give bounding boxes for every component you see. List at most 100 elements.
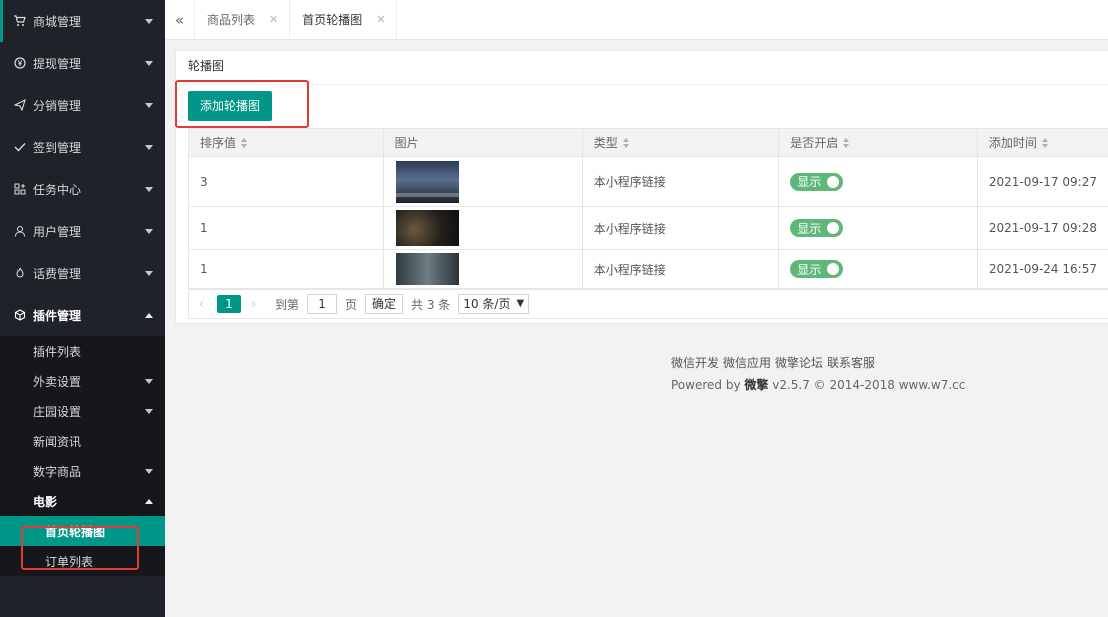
column-header-enabled[interactable]: 是否开启	[778, 128, 978, 157]
close-icon[interactable]: ✕	[376, 13, 385, 26]
status-toggle[interactable]: 显示	[790, 219, 844, 237]
yen-icon	[14, 57, 26, 69]
sidebar-sub-news[interactable]: 新闻资讯	[0, 426, 165, 456]
footer-link-wechat-dev[interactable]: 微信开发	[671, 356, 719, 370]
sidebar-item-label: 插件管理	[33, 308, 82, 323]
chevron-up-icon	[145, 313, 153, 318]
chevron-down-icon	[145, 61, 153, 66]
sort-icon[interactable]	[843, 138, 851, 149]
chevron-down-icon	[145, 271, 153, 276]
sidebar-item-users[interactable]: 用户管理	[0, 210, 165, 252]
sidebar-sub-label: 庄园设置	[33, 404, 82, 419]
column-header-type[interactable]: 类型	[581, 128, 780, 157]
sidebar-item-checkin[interactable]: 签到管理	[0, 126, 165, 168]
sidebar-item-tasks[interactable]: 任务中心	[0, 168, 165, 210]
footer-link-wechat-apps[interactable]: 微信应用	[723, 356, 771, 370]
column-header-label: 图片	[394, 136, 419, 150]
sort-icon[interactable]	[1041, 138, 1050, 149]
toggle-label: 显示	[797, 262, 822, 277]
sidebar-sub-takeout[interactable]: 外卖设置	[0, 366, 165, 396]
confirm-button[interactable]: 确定	[365, 294, 404, 314]
sidebar-item-distribution[interactable]: 分销管理	[0, 84, 165, 126]
cell-type: 本小程序链接	[581, 156, 780, 207]
table-row: 1 本小程序链接 显示 2021-09-17 09:28	[188, 206, 1108, 250]
prev-page-icon[interactable]: ‹	[199, 297, 211, 312]
chevron-down-icon	[145, 19, 153, 24]
footer-link-support[interactable]: 联系客服	[827, 356, 875, 370]
sidebar-sub-digital[interactable]: 数字商品	[0, 456, 165, 486]
carousel-table: 排序值 图片 类型 是否开启 添加时间 3 本小程序链接 显示 2021-09-…	[188, 128, 1108, 289]
current-page[interactable]: 1	[217, 295, 241, 313]
double-chevron-left-icon[interactable]: «	[165, 0, 195, 39]
sidebar: 商城管理 提现管理 分销管理 签到管理 任务中心 用户管理 话费管理 插件管理 …	[0, 0, 165, 617]
status-toggle[interactable]: 显示	[790, 260, 844, 278]
user-icon	[14, 225, 26, 237]
tab-home-carousel[interactable]: 首页轮播图 ✕	[290, 0, 398, 39]
sort-icon[interactable]	[241, 138, 249, 149]
sort-icon[interactable]	[622, 138, 631, 149]
toggle-knob	[827, 263, 840, 275]
sidebar-item-label: 商城管理	[33, 14, 82, 29]
sidebar-sub-plugin-list[interactable]: 插件列表	[0, 336, 165, 366]
cell-sort: 3	[188, 156, 384, 207]
toggle-label: 显示	[797, 175, 822, 189]
cell-sort: 1	[188, 249, 384, 289]
page-jump-input[interactable]	[307, 294, 338, 314]
tabs-bar: « 商品列表 ✕ 首页轮播图 ✕	[165, 0, 1108, 40]
chevron-up-icon	[145, 499, 153, 504]
cell-image	[382, 249, 583, 289]
cell-time: 2021-09-17 09:28	[976, 206, 1108, 250]
table-row: 3 本小程序链接 显示 2021-09-17 09:27	[188, 156, 1108, 207]
cell-enabled: 显示	[778, 249, 978, 289]
goto-label: 到第	[275, 297, 300, 312]
cube-icon	[14, 309, 26, 321]
page-label: 页	[345, 297, 358, 312]
footer-link-forum[interactable]: 微擎论坛	[775, 356, 823, 370]
next-page-icon[interactable]: ›	[251, 297, 263, 312]
powered-prefix: Powered by	[671, 378, 741, 392]
chevron-down-icon	[145, 229, 153, 234]
column-header-sort[interactable]: 排序值	[188, 128, 384, 157]
sidebar-item-plugins[interactable]: 插件管理	[0, 294, 165, 336]
footer: 微信开发 微信应用 微擎论坛 联系客服 Powered by 微擎 v2.5.7 © …	[600, 352, 1000, 396]
cell-image	[382, 206, 583, 250]
cell-enabled: 显示	[778, 206, 978, 250]
sidebar-item-withdraw[interactable]: 提现管理	[0, 42, 165, 84]
tab-label: 商品列表	[207, 13, 256, 27]
chevron-down-icon	[145, 409, 153, 414]
carousel-thumbnail[interactable]	[395, 253, 459, 285]
powered-suffix: v2.5.7 © 2014-2018 www.w7.cc	[772, 378, 966, 392]
column-header-added-time[interactable]: 添加时间	[976, 128, 1108, 157]
sidebar-item-mall[interactable]: 商城管理	[0, 0, 165, 42]
chevron-down-icon	[145, 145, 153, 150]
table-row: 1 本小程序链接 显示 2021-09-24 16:57	[188, 249, 1108, 289]
fire-icon	[14, 267, 26, 279]
sidebar-item-label: 任务中心	[33, 182, 82, 197]
cart-icon	[14, 15, 26, 27]
footer-links: 微信开发 微信应用 微擎论坛 联系客服	[600, 352, 1000, 374]
tab-product-list[interactable]: 商品列表 ✕	[195, 0, 291, 39]
status-toggle[interactable]: 显示	[790, 172, 844, 191]
sidebar-sub-label: 电影	[33, 494, 58, 509]
cell-type: 本小程序链接	[581, 206, 780, 250]
footer-brand[interactable]: 微擎	[744, 378, 768, 392]
cell-type: 本小程序链接	[581, 249, 780, 289]
highlight-box-add-button	[175, 80, 309, 128]
table-header-row: 排序值 图片 类型 是否开启 添加时间	[188, 128, 1108, 157]
carousel-thumbnail[interactable]	[395, 160, 459, 203]
close-icon[interactable]: ✕	[269, 13, 278, 26]
sidebar-sub-farm[interactable]: 庄园设置	[0, 396, 165, 426]
toggle-knob	[827, 222, 840, 234]
page-size-select[interactable]: 10 条/页 ▼	[458, 294, 530, 314]
chevron-down-icon	[145, 379, 153, 384]
card-title: 轮播图	[176, 51, 1108, 85]
sidebar-sub-label: 数字商品	[33, 464, 82, 479]
toggle-knob	[827, 175, 840, 188]
sidebar-sub-label: 插件列表	[33, 344, 82, 359]
carousel-thumbnail[interactable]	[395, 210, 459, 246]
apps-icon	[14, 183, 26, 195]
sidebar-item-phone-bill[interactable]: 话费管理	[0, 252, 165, 294]
sidebar-sub-movie[interactable]: 电影	[0, 486, 165, 516]
chevron-down-icon	[145, 187, 153, 192]
sidebar-item-label: 分销管理	[33, 98, 82, 113]
